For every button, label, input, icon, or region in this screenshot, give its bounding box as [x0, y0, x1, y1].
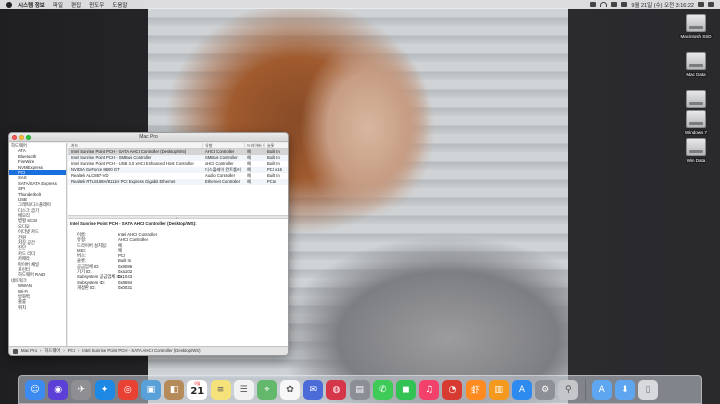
- path-bar: Mac Pro › 하드웨어 › PCI › Intel Sunrise Poi…: [9, 346, 288, 355]
- detail-pane: Intel Sunrise Point PCH - SATA AHCI Cont…: [68, 221, 288, 290]
- menu-edit[interactable]: 편집: [67, 1, 85, 9]
- hard-drive-icon: [686, 90, 706, 108]
- category-sidebar: 하드웨어 ATA Bluetooth FireWire NVMExpress PCI SAS…: [9, 143, 67, 348]
- detail-fields: 이름: Intel AHCI Controller 유형: AHCI Controll…: [70, 232, 287, 290]
- image-capture-icon[interactable]: ▤: [349, 379, 370, 400]
- detail-key: 개정판 ID:: [77, 284, 96, 290]
- apple-menu-icon[interactable]: [6, 1, 12, 8]
- column-header-driver[interactable]: 드라이버 설치됨: [245, 143, 265, 148]
- xiami-icon[interactable]: 虾: [465, 379, 486, 400]
- preview-icon[interactable]: ▣: [140, 379, 161, 400]
- menu-help[interactable]: 도움말: [108, 1, 131, 9]
- dock-stacks: A ⬇ ▯: [591, 379, 659, 400]
- path-item-hardware[interactable]: 하드웨어: [44, 347, 60, 355]
- dock-apps: ☺ ◉ ✈ ✦ ◎ ▣ ◧ 9월 21 ≡ ☰ ⌖ ✿ ✉ ◍ ▤ ✆ ◼ ♫ ◔ 虾 ▥ A ⚙ ⚲: [25, 379, 579, 400]
- trash-icon[interactable]: ▯: [638, 379, 659, 400]
- music-icon[interactable]: ♫: [419, 379, 440, 400]
- messages-alt-icon[interactable]: ✉: [303, 379, 324, 400]
- table-cell: 예: [247, 179, 251, 184]
- calendar-icon[interactable]: 9월 21: [187, 379, 208, 400]
- drive-macintosh-ssd[interactable]: Macintosh SSD: [676, 14, 716, 39]
- path-item-mac-pro[interactable]: Mac Pro: [21, 347, 37, 355]
- photos-icon[interactable]: ✿: [280, 379, 301, 400]
- drive-windows-7[interactable]: Windows 7: [676, 110, 716, 135]
- table-row[interactable]: Realtek RTL8168H/8111H PCI Express Gigab…: [68, 179, 288, 185]
- path-item-device[interactable]: Intel Sunrise Point PCH - SATA AHCI Cont…: [82, 347, 200, 355]
- facetime-icon[interactable]: ◼: [396, 379, 416, 400]
- hard-drive-icon: [686, 138, 706, 156]
- system-preferences-icon[interactable]: ⚙: [535, 379, 556, 400]
- drive-label: Win Data: [685, 158, 707, 163]
- detail-title: Intel Sunrise Point PCH - SATA AHCI Cont…: [70, 221, 197, 226]
- finder-icon[interactable]: ☺: [25, 379, 45, 400]
- wifi-icon[interactable]: [600, 2, 608, 7]
- computer-icon: [13, 348, 18, 354]
- system-information-icon[interactable]: ⚲: [558, 379, 579, 400]
- drive-label: Windows 7: [683, 130, 708, 135]
- menu-clock[interactable]: 9월 21일 (수) 오전 3:16:22: [631, 1, 694, 9]
- notification-center-icon[interactable]: [708, 2, 714, 7]
- table-cell: PCIe: [267, 179, 277, 184]
- maps-icon[interactable]: ⌖: [256, 379, 277, 400]
- notes-icon[interactable]: ≡: [210, 379, 231, 400]
- chrome-icon[interactable]: ◎: [117, 379, 138, 400]
- system-information-window: Mac Pro 하드웨어 ATA Bluetooth FireWire NVMExpre…: [8, 132, 289, 356]
- input-source-icon[interactable]: [621, 2, 628, 7]
- drive-label: Mac Data: [685, 72, 707, 77]
- zoom-button[interactable]: [26, 135, 31, 140]
- table-cell: Realtek RTL8168H/8111H PCI Express Gigab…: [71, 179, 176, 184]
- contacts-icon[interactable]: ◧: [164, 379, 185, 400]
- hard-drive-icon: [686, 14, 706, 32]
- minimize-button[interactable]: [19, 135, 24, 140]
- hard-drive-icon: [686, 52, 706, 70]
- content-pane: 카드 유형 드라이버 설치됨 슬롯 Intel Sunrise Point PC…: [68, 143, 288, 348]
- path-separator: ›: [40, 348, 42, 353]
- menu-file[interactable]: 파일: [49, 1, 67, 9]
- applications-folder-icon[interactable]: A: [591, 379, 612, 400]
- column-header-type[interactable]: 유형: [203, 143, 245, 148]
- dock-separator: [584, 378, 586, 401]
- ibooks-icon[interactable]: ▥: [488, 379, 509, 400]
- path-separator: ›: [63, 348, 65, 353]
- drive-mac-data[interactable]: Mac Data: [676, 52, 716, 77]
- column-header-card[interactable]: 카드: [68, 143, 203, 148]
- close-button[interactable]: [12, 135, 17, 140]
- volume-icon[interactable]: [611, 2, 618, 7]
- calendar-day: 21: [190, 385, 205, 397]
- launchpad-icon[interactable]: ✈: [71, 379, 92, 400]
- menu-window[interactable]: 윈도우: [85, 1, 108, 9]
- path-item-pci[interactable]: PCI: [68, 347, 75, 355]
- drive-label: Macintosh SSD: [679, 34, 713, 39]
- app-store-icon[interactable]: A: [511, 379, 532, 400]
- path-separator: ›: [77, 348, 80, 353]
- spotlight-icon[interactable]: [698, 2, 704, 7]
- detail-row: 개정판 ID: 0x0031: [70, 285, 287, 290]
- dock: ☺ ◉ ✈ ✦ ◎ ▣ ◧ 9월 21 ≡ ☰ ⌖ ✿ ✉ ◍ ▤ ✆ ◼ ♫ ◔ 虾 ▥ A ⚙ ⚲ A ⬇ ▯: [18, 375, 702, 404]
- siri-icon[interactable]: ◉: [48, 379, 69, 400]
- pci-table-body: Intel Sunrise Point PCH - SATA AHCI Cont…: [68, 149, 288, 185]
- netease-music-icon[interactable]: ◔: [442, 379, 463, 400]
- safari-icon[interactable]: ✦: [94, 379, 115, 400]
- detail-value: AHCI Controller: [118, 237, 149, 243]
- window-titlebar[interactable]: Mac Pro: [9, 133, 288, 142]
- app-menu[interactable]: 시스템 정보: [14, 1, 49, 9]
- reminders-icon[interactable]: ☰: [233, 379, 254, 400]
- column-header-slot[interactable]: 슬롯: [265, 143, 288, 148]
- hard-drive-icon: [686, 110, 706, 128]
- photo-booth-icon[interactable]: ◍: [326, 379, 347, 400]
- menu-bar: 시스템 정보 파일 편집 윈도우 도움말 9월 21일 (수) 오전 3:16:…: [0, 0, 720, 9]
- display-icon[interactable]: [590, 2, 597, 7]
- drive-win-data[interactable]: Win Data: [676, 138, 716, 163]
- table-cell: Ethernet Controller: [205, 179, 241, 184]
- detail-value: 0x0031: [118, 284, 133, 290]
- sidebar-item[interactable]: 위치: [9, 305, 66, 310]
- pane-splitter[interactable]: •: [68, 215, 288, 220]
- messages-icon[interactable]: ✆: [372, 379, 393, 400]
- window-title: Mac Pro: [139, 134, 158, 140]
- downloads-folder-icon[interactable]: ⬇: [614, 379, 635, 400]
